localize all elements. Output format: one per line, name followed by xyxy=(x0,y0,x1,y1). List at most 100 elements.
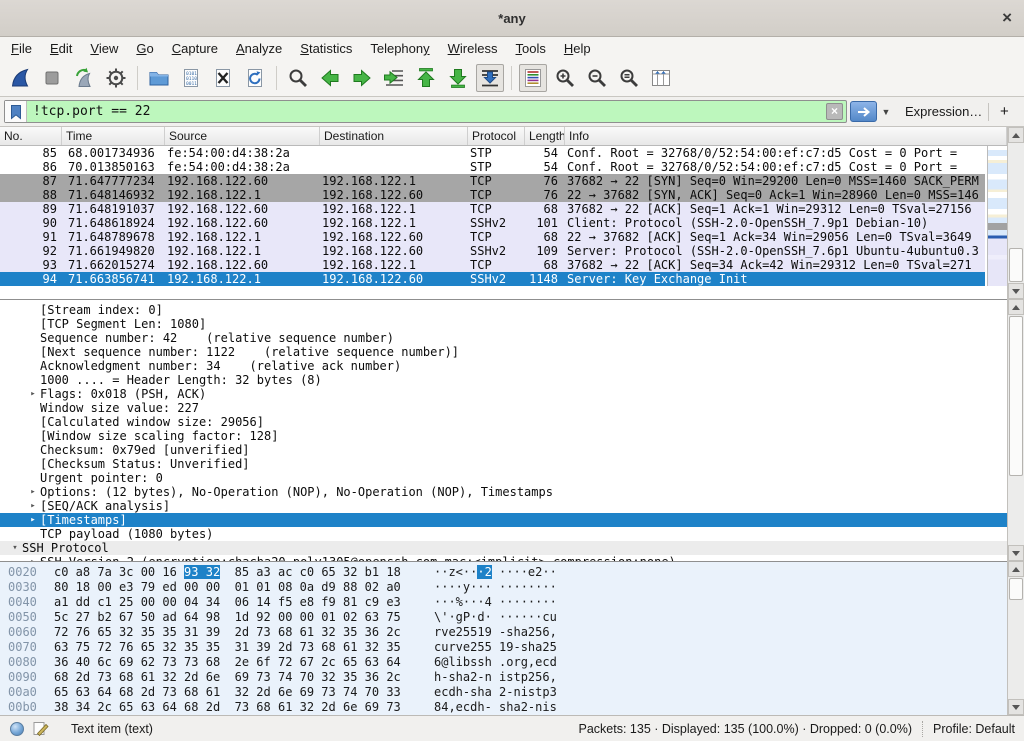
hex-row[interactable]: 0020c0 a8 7a 3c 00 16 93 32 85 a3 ac c0 … xyxy=(0,565,1007,580)
go-last-icon[interactable] xyxy=(444,64,472,92)
detail-line[interactable]: ▸[SEQ/ACK analysis] xyxy=(0,499,1007,513)
save-file-icon[interactable]: 010101100011 xyxy=(177,64,205,92)
menu-analyze[interactable]: Analyze xyxy=(227,37,291,60)
column-header-destination[interactable]: Destination xyxy=(320,127,468,145)
packet-row[interactable]: 9371.662015274192.168.122.60192.168.122.… xyxy=(0,258,985,272)
capture-options-icon[interactable] xyxy=(102,64,130,92)
clear-filter-button[interactable]: × xyxy=(826,103,843,120)
menu-go[interactable]: Go xyxy=(127,37,162,60)
detail-line[interactable]: [Stream index: 0] xyxy=(0,303,1007,317)
ascii-bytes[interactable]: curve255 19-sha25 xyxy=(434,640,557,655)
hex-row[interactable]: 007063 75 72 76 65 32 35 35 31 39 2d 73 … xyxy=(0,640,1007,655)
packet-row[interactable]: 8871.648146932192.168.122.1192.168.122.6… xyxy=(0,188,985,202)
scroll-up-button[interactable] xyxy=(1008,561,1024,577)
column-header-info[interactable]: Info xyxy=(565,127,1007,145)
hex-bytes[interactable]: 38 34 2c 65 63 64 68 2d 73 68 61 32 2d 6… xyxy=(54,700,401,715)
column-header-time[interactable]: Time xyxy=(62,127,165,145)
detail-line[interactable]: Checksum: 0x79ed [unverified] xyxy=(0,443,1007,457)
detail-line[interactable]: ▸Flags: 0x018 (PSH, ACK) xyxy=(0,387,1007,401)
stop-capture-icon[interactable] xyxy=(38,64,66,92)
ascii-bytes[interactable]: 6@libssh .org,ecd xyxy=(434,655,557,670)
scroll-down-button[interactable] xyxy=(1008,283,1024,299)
hex-row[interactable]: 003080 18 00 e3 79 ed 00 00 01 01 08 0a … xyxy=(0,580,1007,595)
packet-row[interactable]: 8568.001734936fe:54:00:d4:38:2aSTP54Conf… xyxy=(0,146,985,160)
detail-line[interactable]: TCP payload (1080 bytes) xyxy=(0,527,1007,541)
detail-line[interactable]: [Next sequence number: 1122 (relative se… xyxy=(0,345,1007,359)
detail-line[interactable]: Urgent pointer: 0 xyxy=(0,471,1007,485)
display-filter-field[interactable]: !tcp.port == 22 × xyxy=(4,100,847,123)
expand-icon[interactable]: ▸ xyxy=(26,485,40,499)
intelligent-scrollbar-minimap[interactable] xyxy=(987,146,1007,286)
hex-bytes[interactable]: a1 dd c1 25 00 00 04 34 06 14 f5 e8 f9 8… xyxy=(54,595,401,610)
menu-help[interactable]: Help xyxy=(555,37,600,60)
packet-row[interactable]: 9171.648789678192.168.122.1192.168.122.6… xyxy=(0,230,985,244)
menu-telephony[interactable]: Telephony xyxy=(361,37,438,60)
hex-bytes[interactable]: 65 63 64 68 2d 73 68 61 32 2d 6e 69 73 7… xyxy=(54,685,401,700)
capture-comment-icon[interactable] xyxy=(33,720,49,737)
ascii-bytes[interactable]: h-sha2-n istp256, xyxy=(434,670,557,685)
expand-icon[interactable]: ▸ xyxy=(26,499,40,513)
detail-line[interactable]: [Calculated window size: 29056] xyxy=(0,415,1007,429)
scroll-up-button[interactable] xyxy=(1008,127,1024,143)
hex-bytes[interactable]: 63 75 72 76 65 32 35 35 31 39 2d 73 68 6… xyxy=(54,640,401,655)
menu-capture[interactable]: Capture xyxy=(163,37,227,60)
close-window-button[interactable]: × xyxy=(1002,0,1012,37)
menu-file[interactable]: File xyxy=(2,37,41,60)
packet-row[interactable]: 8971.648191037192.168.122.60192.168.122.… xyxy=(0,202,985,216)
hex-row[interactable]: 006072 76 65 32 35 35 31 39 2d 73 68 61 … xyxy=(0,625,1007,640)
packet-row[interactable]: 9071.648618924192.168.122.60192.168.122.… xyxy=(0,216,985,230)
restart-capture-icon[interactable] xyxy=(70,64,98,92)
close-file-icon[interactable] xyxy=(209,64,237,92)
auto-scroll-icon[interactable] xyxy=(476,64,504,92)
menu-statistics[interactable]: Statistics xyxy=(291,37,361,60)
ascii-bytes[interactable]: ···%···4 ········ xyxy=(434,595,557,610)
hex-bytes[interactable]: 72 76 65 32 35 35 31 39 2d 73 68 61 32 3… xyxy=(54,625,401,640)
hex-row[interactable]: 00a065 63 64 68 2d 73 68 61 32 2d 6e 69 … xyxy=(0,685,1007,700)
detail-line[interactable]: [Window size scaling factor: 128] xyxy=(0,429,1007,443)
menu-tools[interactable]: Tools xyxy=(507,37,555,60)
detail-line[interactable]: ▸[Timestamps] xyxy=(0,513,1007,527)
ascii-bytes[interactable]: \'·gP·d· ······cu xyxy=(434,610,557,625)
detail-line[interactable]: 1000 .... = Header Length: 32 bytes (8) xyxy=(0,373,1007,387)
resize-columns-icon[interactable] xyxy=(647,64,675,92)
scrollbar-thumb[interactable] xyxy=(1009,248,1023,282)
ascii-bytes[interactable]: rve25519 -sha256, xyxy=(434,625,557,640)
details-scrollbar[interactable] xyxy=(1007,299,1024,561)
zoom-in-icon[interactable] xyxy=(551,64,579,92)
zoom-original-icon[interactable] xyxy=(615,64,643,92)
profile-text[interactable]: Profile: Default xyxy=(933,722,1015,736)
column-header-no[interactable]: No. xyxy=(0,127,62,145)
hex-row[interactable]: 009068 2d 73 68 61 32 2d 6e 69 73 74 70 … xyxy=(0,670,1007,685)
ascii-bytes[interactable]: ecdh-sha 2-nistp3 xyxy=(434,685,557,700)
expand-icon[interactable]: ▸ xyxy=(26,513,40,527)
reload-file-icon[interactable] xyxy=(241,64,269,92)
expression-button[interactable]: Expression… xyxy=(905,97,982,127)
packet-row[interactable]: 8670.013850163fe:54:00:d4:38:2aSTP54Conf… xyxy=(0,160,985,174)
find-packet-icon[interactable] xyxy=(284,64,312,92)
ascii-bytes[interactable]: 84,ecdh- sha2-nis xyxy=(434,700,557,715)
menu-wireless[interactable]: Wireless xyxy=(439,37,507,60)
collapse-icon[interactable]: ▾ xyxy=(8,541,22,555)
open-file-icon[interactable] xyxy=(145,64,173,92)
add-filter-button[interactable]: + xyxy=(1000,97,1009,127)
filter-history-dropdown[interactable]: ▼ xyxy=(878,101,894,122)
column-header-source[interactable]: Source xyxy=(165,127,320,145)
hex-bytes[interactable]: 68 2d 73 68 61 32 2d 6e 69 73 74 70 32 3… xyxy=(54,670,401,685)
menu-edit[interactable]: Edit xyxy=(41,37,81,60)
scroll-down-button[interactable] xyxy=(1008,545,1024,561)
detail-line[interactable]: Window size value: 227 xyxy=(0,401,1007,415)
go-forward-icon[interactable] xyxy=(348,64,376,92)
filter-bookmark-button[interactable] xyxy=(5,101,27,122)
scrollbar-thumb[interactable] xyxy=(1009,316,1023,476)
go-back-icon[interactable] xyxy=(316,64,344,92)
detail-line[interactable]: Acknowledgment number: 34 (relative ack … xyxy=(0,359,1007,373)
hex-row[interactable]: 00b038 34 2c 65 63 64 68 2d 73 68 61 32 … xyxy=(0,700,1007,715)
hex-row[interactable]: 00505c 27 b2 67 50 ad 64 98 1d 92 00 00 … xyxy=(0,610,1007,625)
packet-row[interactable]: 9471.663856741192.168.122.1192.168.122.6… xyxy=(0,272,985,286)
column-header-protocol[interactable]: Protocol xyxy=(468,127,525,145)
start-capture-icon[interactable] xyxy=(6,64,34,92)
display-filter-input[interactable]: !tcp.port == 22 xyxy=(27,101,826,122)
packet-row[interactable]: 8771.647777234192.168.122.60192.168.122.… xyxy=(0,174,985,188)
detail-line[interactable]: ▾SSH Protocol xyxy=(0,541,1007,555)
hex-scrollbar[interactable] xyxy=(1007,561,1024,715)
